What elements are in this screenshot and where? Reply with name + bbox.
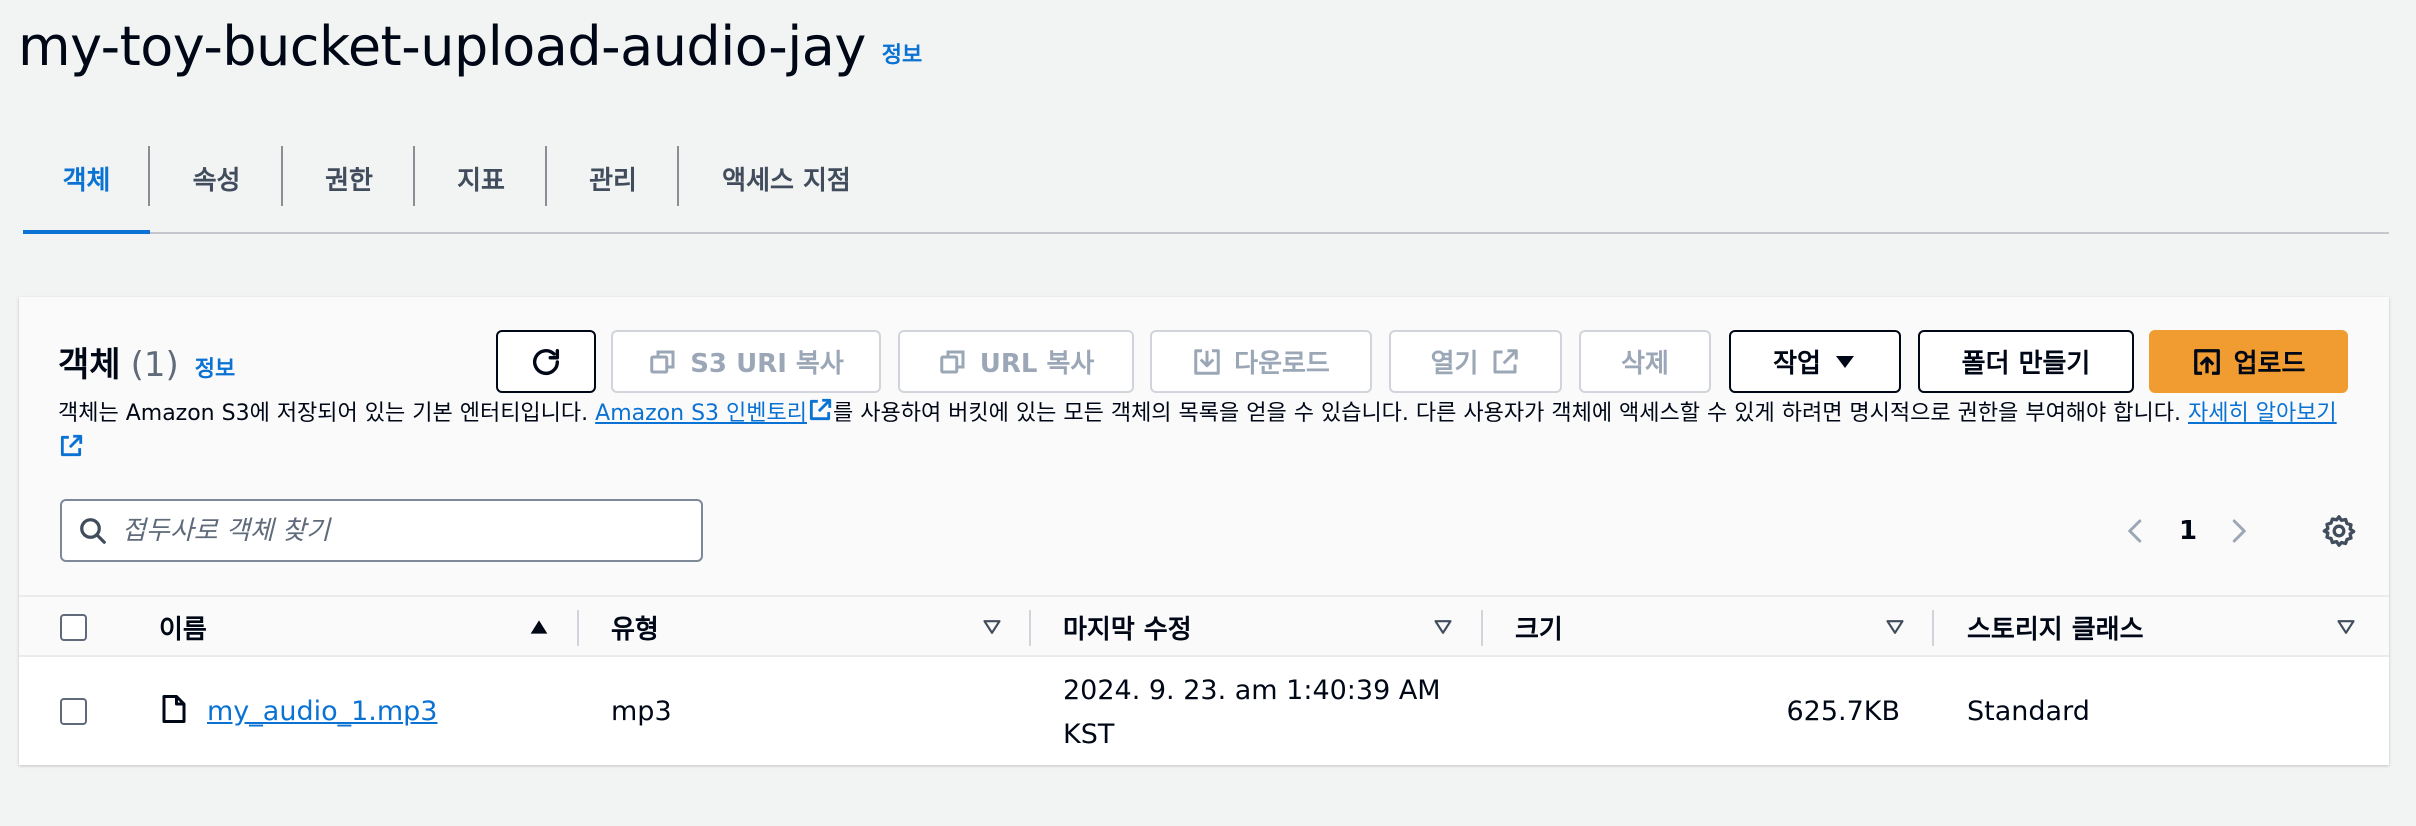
tab-metrics[interactable]: 지표 [415, 142, 547, 232]
objects-description: 객체는 Amazon S3에 저장되어 있는 기본 엔터티입니다. Amazon… [58, 397, 2358, 469]
column-divider [1029, 610, 1031, 646]
copy-icon [938, 347, 968, 377]
column-header-size[interactable]: 크기 [1515, 597, 1563, 657]
upload-button[interactable]: 업로드 [2149, 330, 2348, 393]
inventory-link[interactable]: Amazon S3 인벤토리 [595, 401, 807, 426]
tab-bar: 객체 속성 권한 지표 관리 액세스 지점 [23, 142, 2389, 234]
preferences-button[interactable] [2321, 499, 2357, 562]
delete-button[interactable]: 삭제 [1579, 330, 1711, 393]
column-divider [1932, 610, 1934, 646]
search-input[interactable] [122, 515, 662, 546]
upload-icon [2192, 347, 2222, 377]
column-header-last-modified[interactable]: 마지막 수정 [1063, 597, 1192, 657]
size-cell: 625.7KB [1786, 695, 1900, 727]
sort-icon[interactable] [981, 597, 1003, 657]
sort-ascending-icon[interactable] [528, 597, 550, 657]
row-checkbox[interactable] [60, 697, 87, 725]
tab-permissions[interactable]: 권한 [283, 142, 415, 232]
delete-label: 삭제 [1621, 349, 1669, 379]
copy-icon [648, 347, 678, 377]
refresh-button[interactable] [496, 330, 596, 393]
create-folder-button[interactable]: 폴더 만들기 [1918, 330, 2134, 393]
download-button[interactable]: 다운로드 [1150, 330, 1372, 393]
copy-s3-uri-label: S3 URI 복사 [690, 349, 844, 379]
column-header-name[interactable]: 이름 [159, 597, 207, 657]
download-label: 다운로드 [1234, 349, 1330, 379]
previous-page-icon[interactable] [2121, 513, 2151, 549]
tab-management[interactable]: 관리 [547, 142, 679, 232]
refresh-icon [529, 345, 563, 379]
page-title: my-toy-bucket-upload-audio-jay [18, 14, 866, 78]
tab-label: 속성 [192, 165, 241, 196]
header-info-link[interactable]: 정보 [882, 37, 922, 69]
upload-label: 업로드 [2233, 349, 2306, 379]
gear-icon [2321, 513, 2357, 549]
tab-label: 객체 [62, 165, 111, 196]
description-text: 객체는 Amazon S3에 저장되어 있는 기본 엔터티입니다. [58, 401, 596, 426]
tab-label: 지표 [457, 165, 505, 196]
description-text: 를 사용하여 버킷에 있는 모든 객체의 목록을 얻을 수 있습니다. 다른 사… [832, 401, 2188, 426]
tab-label: 관리 [589, 165, 637, 196]
storage-class-cell: Standard [1967, 695, 2090, 727]
external-link-icon [1490, 347, 1520, 377]
objects-info-link[interactable]: 정보 [195, 351, 235, 383]
actions-dropdown-button[interactable]: 작업 [1729, 330, 1901, 393]
external-link-icon [807, 397, 833, 433]
column-divider [1481, 610, 1483, 646]
objects-title: 객체 [58, 345, 121, 385]
objects-count: (1) [130, 345, 179, 385]
pagination: 1 [2121, 499, 2253, 562]
file-icon [159, 692, 189, 726]
column-header-type[interactable]: 유형 [611, 597, 659, 657]
column-divider [577, 610, 579, 646]
current-page-number[interactable]: 1 [2179, 516, 2197, 546]
page-header: my-toy-bucket-upload-audio-jay 정보 [18, 6, 922, 86]
open-button[interactable]: 열기 [1389, 330, 1562, 393]
sort-icon[interactable] [1432, 597, 1454, 657]
column-header-storage-class[interactable]: 스토리지 클래스 [1967, 597, 2144, 657]
download-icon [1192, 347, 1222, 377]
learn-more-link[interactable]: 자세히 알아보기 [2188, 401, 2337, 426]
tab-properties[interactable]: 속성 [150, 142, 283, 232]
type-cell: mp3 [611, 695, 672, 727]
select-all-checkbox-cell [60, 597, 87, 657]
tab-access-points[interactable]: 액세스 지점 [679, 142, 894, 232]
copy-url-label: URL 복사 [979, 349, 1095, 379]
search-box [60, 499, 703, 562]
search-icon [78, 516, 108, 546]
tab-objects[interactable]: 객체 [23, 142, 150, 234]
tab-label: 권한 [325, 165, 373, 196]
table-row: my_audio_1.mp3 mp3 2024. 9. 23. am 1:40:… [19, 657, 2389, 765]
actions-label: 작업 [1773, 349, 1821, 379]
open-label: 열기 [1430, 349, 1479, 379]
sort-icon[interactable] [2335, 597, 2357, 657]
objects-header: 객체 (1) 정보 [58, 337, 235, 386]
name-cell: my_audio_1.mp3 [159, 657, 437, 765]
last-modified-cell: 2024. 9. 23. am 1:40:39 AM KST [1063, 675, 1441, 750]
objects-container: 객체 (1) 정보 S3 URI 복사 URL 복사 다운로드 열기 삭제 작업… [19, 297, 2389, 765]
next-page-icon[interactable] [2223, 513, 2253, 549]
caret-down-icon [1833, 350, 1857, 374]
tab-label: 액세스 지점 [722, 165, 851, 196]
table-header: 이름 유형 마지막 수정 크기 스토리지 클래스 [19, 595, 2389, 657]
sort-icon[interactable] [1884, 597, 1906, 657]
copy-s3-uri-button[interactable]: S3 URI 복사 [611, 330, 881, 393]
copy-url-button[interactable]: URL 복사 [898, 330, 1134, 393]
create-folder-label: 폴더 만들기 [1961, 349, 2091, 379]
row-checkbox-cell [60, 657, 87, 765]
select-all-checkbox[interactable] [60, 613, 87, 641]
external-link-icon [58, 433, 84, 469]
object-name-link[interactable]: my_audio_1.mp3 [207, 696, 437, 727]
